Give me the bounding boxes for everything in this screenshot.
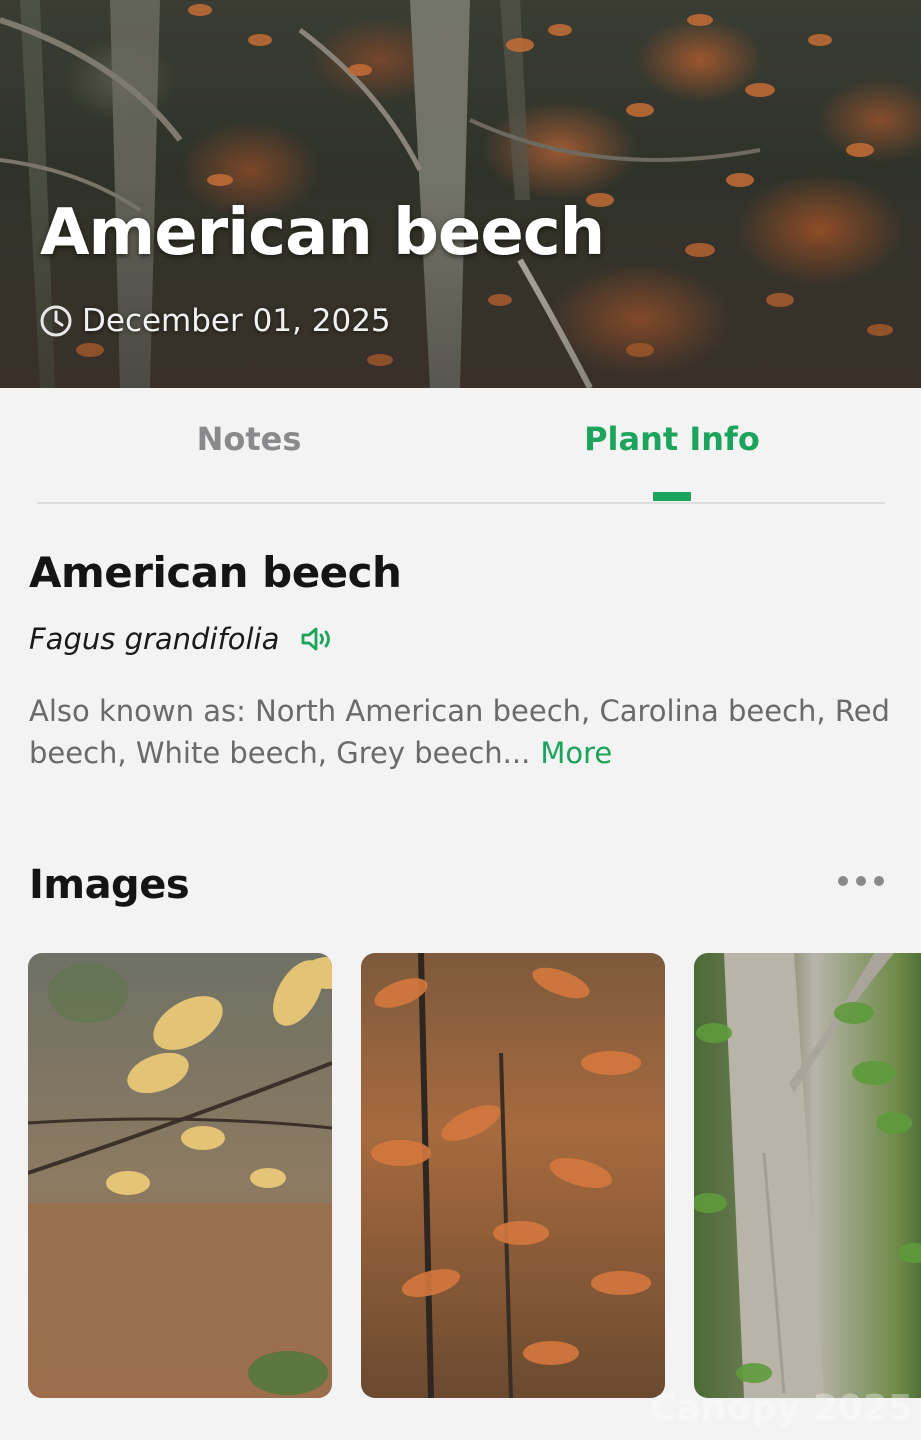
tab-bar: Notes Plant Info xyxy=(0,388,921,504)
hero-date: December 01, 2025 xyxy=(38,303,391,339)
thumbnail-photo xyxy=(371,953,651,1398)
scientific-name-row: Fagus grandifolia xyxy=(29,622,335,656)
image-thumbnail[interactable] xyxy=(28,953,332,1398)
thumbnail-photo xyxy=(28,957,332,1398)
also-known-as: Also known as: North American beech, Car… xyxy=(29,690,909,774)
image-thumbnail[interactable] xyxy=(361,953,665,1398)
tab-divider xyxy=(37,502,885,504)
images-section-title: Images xyxy=(29,862,190,908)
hero-title: American beech xyxy=(40,196,605,270)
watermark: Canopy 2025 xyxy=(650,1388,914,1429)
hero-date-text: December 01, 2025 xyxy=(82,303,391,339)
plant-scientific-name: Fagus grandifolia xyxy=(29,622,280,656)
dot xyxy=(856,876,866,886)
clock-icon xyxy=(40,305,72,337)
also-known-as-text: Also known as: North American beech, Car… xyxy=(29,694,890,770)
active-tab-indicator xyxy=(653,492,691,501)
speaker-icon[interactable] xyxy=(299,624,335,654)
thumbnail-photo xyxy=(694,953,921,1398)
tab-plant-info[interactable]: Plant Info xyxy=(547,420,797,458)
plant-common-name: American beech xyxy=(29,548,402,597)
hero-banner: American beech December 01, 2025 xyxy=(0,0,921,388)
dot xyxy=(838,876,848,886)
dot xyxy=(874,876,884,886)
more-link[interactable]: More xyxy=(540,736,612,770)
image-thumbnail[interactable] xyxy=(694,953,921,1398)
ellipsis-icon[interactable] xyxy=(838,876,884,886)
tab-notes[interactable]: Notes xyxy=(124,420,374,458)
